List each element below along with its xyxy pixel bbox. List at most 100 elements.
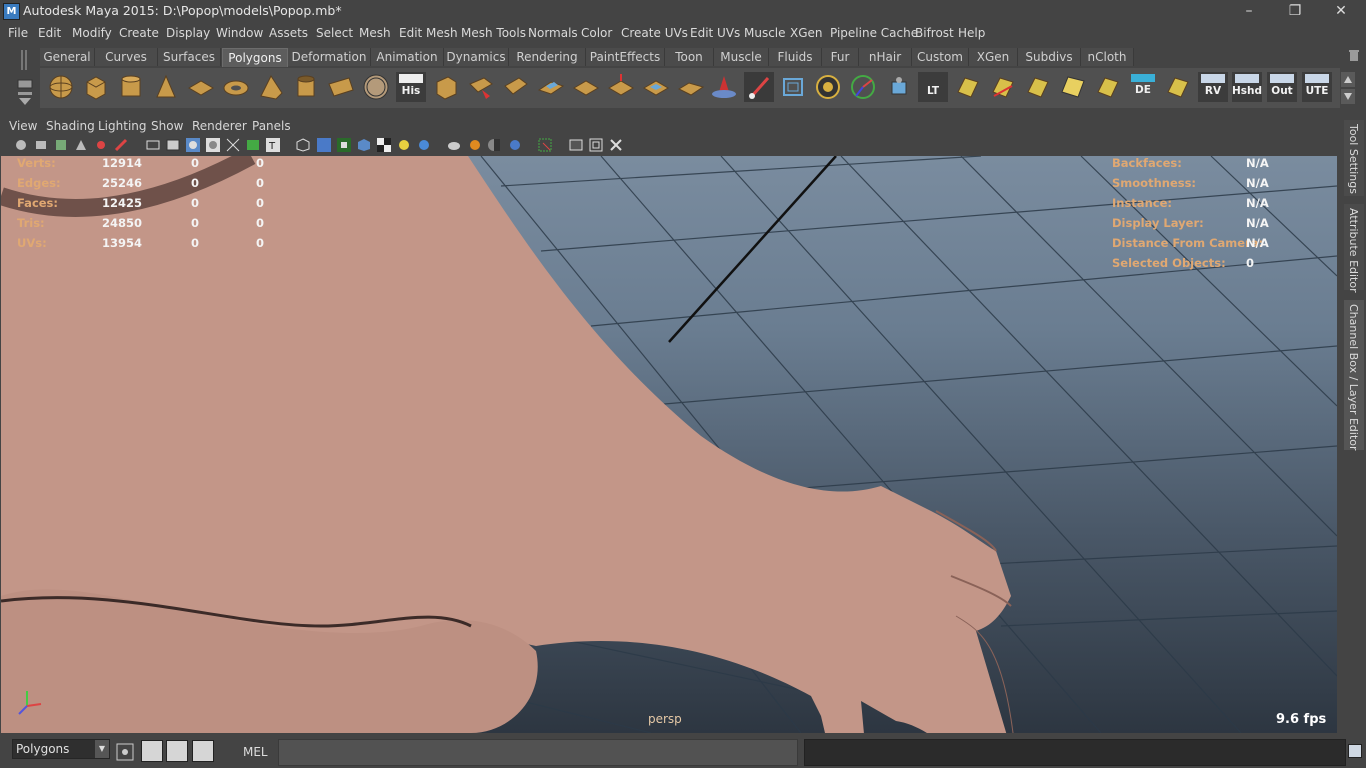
minimize-button[interactable]: – <box>1226 0 1272 22</box>
camera-attributes-icon[interactable] <box>34 138 48 152</box>
layers-icon[interactable] <box>192 740 214 762</box>
tab-channel-box[interactable]: Channel Box / Layer Editor <box>1344 300 1364 451</box>
grease-pencil-icon[interactable] <box>114 138 128 152</box>
rv-button[interactable]: RV <box>1198 72 1228 102</box>
shelf-tab-subdivs[interactable]: Subdivs <box>1018 48 1081 66</box>
film-gate-icon[interactable] <box>569 138 583 152</box>
resolution-gate-icon[interactable] <box>589 138 603 152</box>
smooth-icon[interactable] <box>536 72 566 102</box>
depth-of-field-icon[interactable] <box>508 138 522 152</box>
menu-assets[interactable]: Assets <box>269 26 308 40</box>
panel-menu-view[interactable]: View <box>9 119 37 133</box>
xray-icon[interactable] <box>226 138 240 152</box>
shelf-tab-polygons[interactable]: Polygons <box>222 48 288 67</box>
move-tool-icon[interactable] <box>848 72 878 102</box>
menu-edit[interactable]: Edit <box>38 26 61 40</box>
poly-pyramid-icon[interactable] <box>256 72 286 102</box>
smooth-shade-icon[interactable] <box>166 138 180 152</box>
panel-menu-renderer[interactable]: Renderer <box>192 119 247 133</box>
menu-xgen[interactable]: XGen <box>790 26 823 40</box>
hud-toggle-icon[interactable] <box>538 138 552 152</box>
gate-mask-icon[interactable] <box>609 138 623 152</box>
menu-pipeline-cache[interactable]: Pipeline Cache <box>830 26 918 40</box>
poly-sphere-icon[interactable] <box>46 72 76 102</box>
menu-help[interactable]: Help <box>958 26 985 40</box>
menu-muscle[interactable]: Muscle <box>744 26 786 40</box>
text-display-icon[interactable]: T <box>266 138 280 152</box>
tab-attribute-editor[interactable]: Attribute Editor <box>1344 204 1364 293</box>
ambient-occlusion-icon[interactable] <box>447 138 461 152</box>
shelf-tab-dynamics[interactable]: Dynamics <box>444 48 509 66</box>
shelf-tab-fur[interactable]: Fur <box>822 48 859 66</box>
panel-menu-show[interactable]: Show <box>151 119 183 133</box>
shelf-tab-toon[interactable]: Toon <box>665 48 714 66</box>
target-weld-icon[interactable] <box>813 72 843 102</box>
wireframe-icon[interactable] <box>146 138 160 152</box>
motion-blur-icon[interactable] <box>467 138 481 152</box>
sculpt-geometry-icon[interactable] <box>709 72 739 102</box>
menu-display[interactable]: Display <box>166 26 210 40</box>
shelf-tab-general[interactable]: General <box>40 48 95 66</box>
paint-brush-icon[interactable] <box>744 72 774 102</box>
menu-edit-uvs[interactable]: Edit UVs <box>690 26 740 40</box>
poly-pipe-icon[interactable] <box>291 72 321 102</box>
boolean-icon[interactable] <box>571 72 601 102</box>
tab-tool-settings[interactable]: Tool Settings <box>1344 120 1364 196</box>
poly-cube-icon[interactable] <box>81 72 111 102</box>
antialias-icon[interactable] <box>487 138 501 152</box>
poly-cylinder-icon[interactable] <box>116 72 146 102</box>
smooth-shade-all-icon[interactable] <box>317 138 331 152</box>
poly-helix-icon[interactable] <box>326 72 356 102</box>
uv-select-icon[interactable] <box>1023 72 1053 102</box>
uv-sew-icon[interactable] <box>1058 72 1088 102</box>
shadows-icon[interactable] <box>417 138 431 152</box>
bookmark-icon[interactable] <box>54 138 68 152</box>
menu-mesh-tools[interactable]: Mesh Tools <box>461 26 526 40</box>
snap-icon[interactable] <box>115 742 135 762</box>
outliner-icon[interactable] <box>166 740 188 762</box>
separate-icon[interactable] <box>466 72 496 102</box>
menu-mesh[interactable]: Mesh <box>359 26 391 40</box>
out-button[interactable]: Out <box>1267 72 1297 102</box>
shelf-tab-custom[interactable]: Custom <box>912 48 969 66</box>
uv-move-icon[interactable] <box>1093 72 1123 102</box>
image-plane-icon[interactable] <box>74 138 88 152</box>
checker-icon[interactable] <box>377 138 391 152</box>
trash-icon[interactable] <box>1347 48 1361 62</box>
uv-layout-icon[interactable] <box>953 72 983 102</box>
close-button[interactable]: ✕ <box>1318 0 1364 22</box>
textured-icon[interactable] <box>246 138 260 152</box>
menu-select[interactable]: Select <box>316 26 353 40</box>
hshd-button[interactable]: Hshd <box>1232 72 1262 102</box>
menu-file[interactable]: File <box>8 26 28 40</box>
de-button[interactable]: DE <box>1128 72 1158 102</box>
poly-cone-icon[interactable] <box>151 72 181 102</box>
isolate-select-icon[interactable] <box>337 138 351 152</box>
poly-torus-icon[interactable] <box>221 72 251 102</box>
select-camera-icon[interactable] <box>14 138 28 152</box>
menu-set-dropdown[interactable]: Polygons ▼ <box>12 739 110 759</box>
shelf-options-icon[interactable] <box>12 48 38 110</box>
extrude-icon[interactable] <box>606 72 636 102</box>
shelf-tab-muscle[interactable]: Muscle <box>714 48 769 66</box>
shaded-wire-icon[interactable] <box>296 138 310 152</box>
uv-unfold-icon[interactable] <box>1163 72 1193 102</box>
shelf-tab-ncloth[interactable]: nCloth <box>1081 48 1134 66</box>
shelf-tab-animation[interactable]: Animation <box>371 48 444 66</box>
shelf-tab-curves[interactable]: Curves <box>95 48 158 66</box>
transfer-attributes-icon[interactable] <box>779 72 809 102</box>
menu-modify[interactable]: Modify <box>72 26 112 40</box>
menu-create-uvs[interactable]: Create UVs <box>621 26 688 40</box>
poly-soccer-ball-icon[interactable] <box>361 72 391 102</box>
script-editor-button[interactable] <box>1348 744 1362 758</box>
menu-color[interactable]: Color <box>581 26 612 40</box>
poly-plane-icon[interactable] <box>186 72 216 102</box>
shelf-tab-deformation[interactable]: Deformation <box>288 48 371 66</box>
uv-cut-icon[interactable] <box>988 72 1018 102</box>
append-polygon-icon[interactable] <box>676 72 706 102</box>
menu-window[interactable]: Window <box>216 26 263 40</box>
shelf-tab-nhair[interactable]: nHair <box>859 48 912 66</box>
shelf-scroll-icon[interactable] <box>1341 72 1355 104</box>
panel-menu-lighting[interactable]: Lighting <box>98 119 147 133</box>
lights-icon[interactable] <box>397 138 411 152</box>
